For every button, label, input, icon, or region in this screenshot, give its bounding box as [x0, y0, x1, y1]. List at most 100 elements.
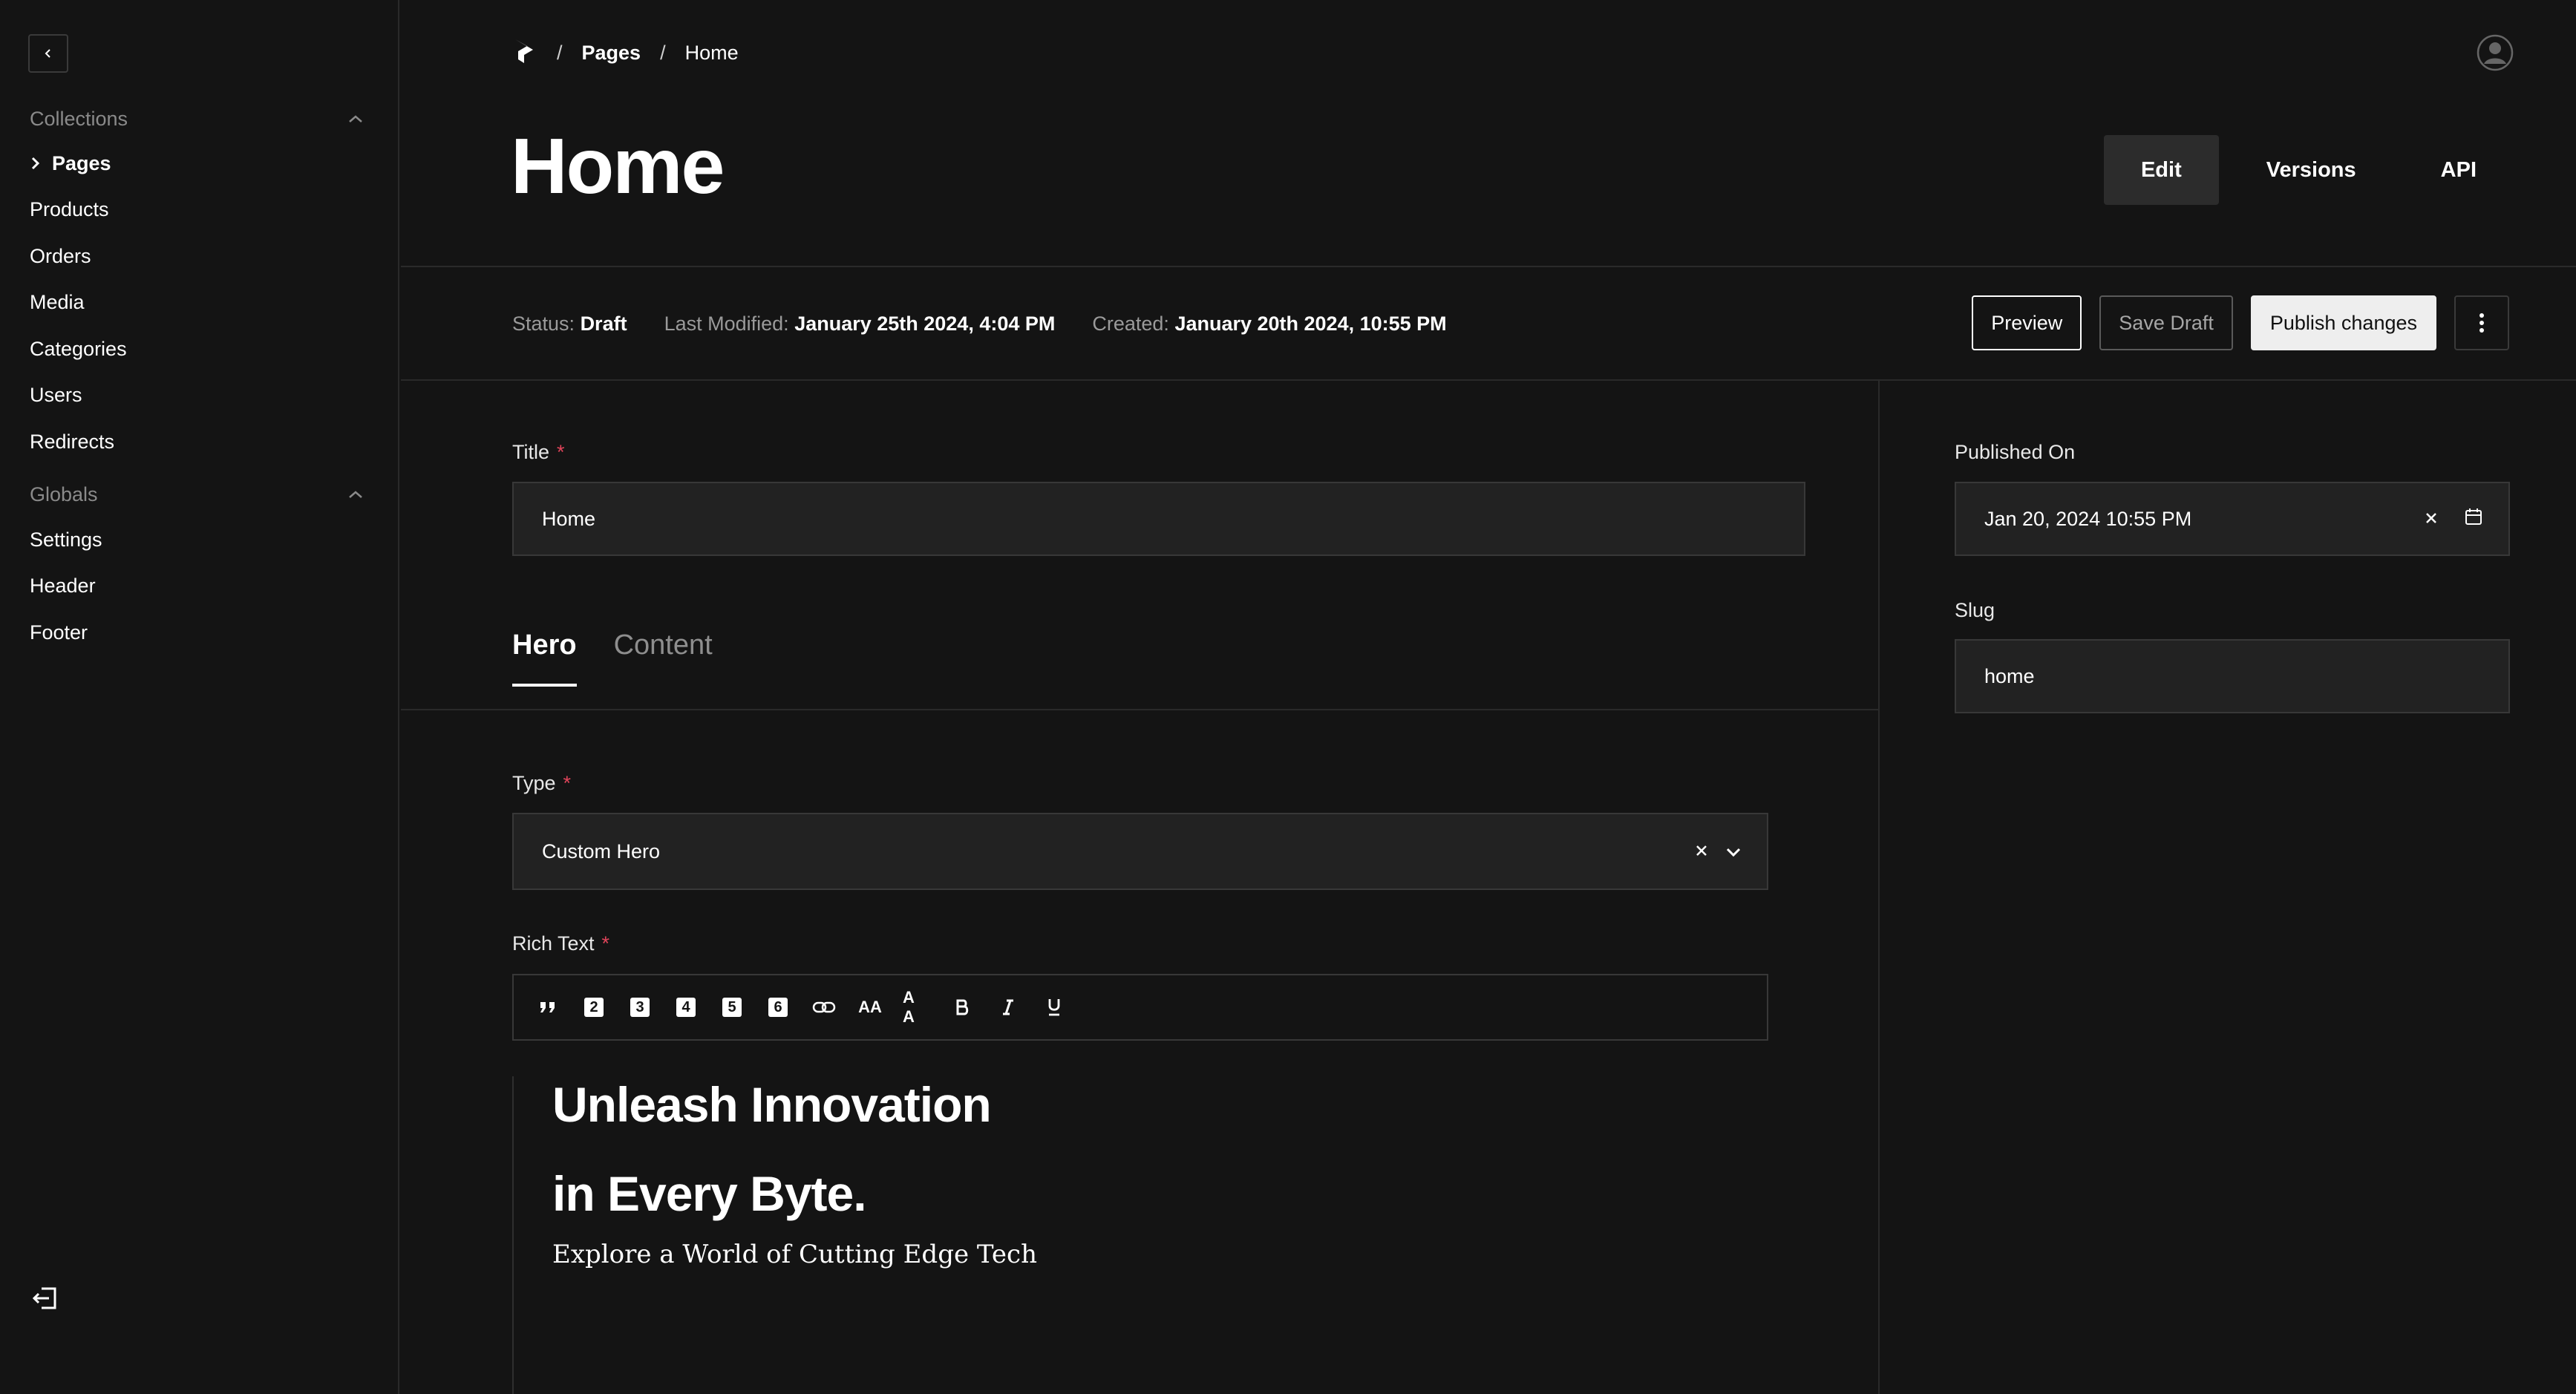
chevron-up-icon [349, 115, 362, 122]
chevron-up-icon [349, 491, 362, 498]
breadcrumb: / Pages / Home [512, 37, 739, 68]
italic-icon[interactable] [995, 994, 1021, 1021]
globals-group-header[interactable]: Globals [30, 480, 364, 509]
preview-button[interactable]: Preview [1972, 295, 2082, 350]
type-select-value: Custom Hero [542, 840, 661, 863]
breadcrumb-separator: / [660, 41, 666, 64]
blockquote-icon[interactable] [535, 994, 561, 1021]
type-field-label: Type * [512, 772, 571, 795]
rich-text-field-label: Rich Text * [512, 932, 609, 955]
calendar-icon[interactable] [2464, 507, 2483, 531]
clear-icon[interactable] [1694, 840, 1709, 863]
title-field-label: Title * [512, 441, 565, 464]
sidebar-item-settings[interactable]: Settings [30, 525, 102, 554]
document-meta: Status: Draft Last Modified: January 25t… [512, 309, 1447, 338]
heading-4-icon[interactable]: 4 [673, 994, 699, 1021]
more-vertical-icon [2479, 313, 2484, 333]
sidebar-item-categories[interactable]: Categories [30, 334, 127, 364]
tab-content[interactable]: Content [614, 629, 713, 687]
home-logo-icon[interactable] [512, 36, 537, 70]
type-label-text: Type [512, 772, 556, 794]
bold-icon[interactable] [949, 994, 975, 1021]
status-label: Status: [512, 312, 575, 335]
select-controls [1694, 814, 1742, 889]
title-input[interactable]: Home [512, 482, 1805, 556]
sidebar-item-label: Header [30, 574, 96, 597]
published-on-value: Jan 20, 2024 10:55 PM [1984, 507, 2192, 530]
all-caps-icon[interactable]: A A [903, 988, 929, 1026]
status-value: Draft [580, 312, 627, 335]
heading-3-icon[interactable]: 3 [627, 994, 653, 1021]
user-avatar-icon [2477, 34, 2514, 71]
sidebar-item-media[interactable]: Media [30, 287, 85, 317]
date-controls [2424, 483, 2483, 554]
rich-text-toolbar: 2 3 4 5 6 AA A A [512, 974, 1768, 1041]
heading-2-badge: 2 [584, 998, 604, 1017]
tab-hero[interactable]: Hero [512, 629, 577, 687]
clear-icon[interactable] [2424, 508, 2439, 531]
view-tabs: Edit Versions API [2103, 135, 2514, 205]
collections-group-header[interactable]: Collections [30, 104, 364, 134]
rich-text-label-text: Rich Text [512, 932, 595, 955]
underline-icon[interactable] [1041, 994, 1068, 1021]
editor-heading-line-2: in Every Byte. [552, 1166, 867, 1221]
link-icon[interactable] [811, 994, 837, 1021]
logout-button[interactable] [31, 1284, 59, 1316]
save-draft-button[interactable]: Save Draft [2099, 295, 2233, 350]
more-options-button[interactable] [2454, 295, 2509, 350]
type-select[interactable]: Custom Hero [512, 813, 1768, 890]
heading-6-icon[interactable]: 6 [765, 994, 791, 1021]
divider [401, 709, 1878, 710]
required-mark: * [557, 441, 565, 463]
heading-5-icon[interactable]: 5 [719, 994, 745, 1021]
rich-text-editor[interactable]: Unleash Innovation in Every Byte. Explor… [512, 1076, 1768, 1394]
tab-api[interactable]: API [2404, 135, 2514, 205]
sidebar-item-label: Media [30, 290, 85, 313]
sidebar-item-label: Products [30, 197, 109, 220]
publish-button[interactable]: Publish changes [2250, 295, 2436, 350]
created-meta: Created: January 20th 2024, 10:55 PM [1092, 312, 1446, 336]
modified-meta: Last Modified: January 25th 2024, 4:04 P… [664, 312, 1056, 336]
account-avatar-button[interactable] [2477, 34, 2514, 75]
sidebar-item-users[interactable]: Users [30, 380, 82, 410]
collections-header-label: Collections [30, 107, 128, 130]
sidebar-item-pages[interactable]: Pages [30, 148, 111, 178]
sidebar-item-label: Redirects [30, 430, 115, 453]
sidebar-item-redirects[interactable]: Redirects [30, 427, 114, 457]
heading-5-badge: 5 [722, 998, 742, 1017]
breadcrumb-pages-link[interactable]: Pages [582, 42, 641, 65]
breadcrumb-separator: / [557, 41, 563, 64]
sidebar-item-label: Users [30, 383, 82, 406]
page-title: Home [511, 122, 725, 210]
sidebar: Collections Pages Products Orders Media … [0, 0, 399, 1394]
divider [401, 266, 2576, 267]
document-actions: Preview Save Draft Publish changes [1972, 295, 2509, 350]
title-input-value: Home [542, 507, 596, 530]
divider [1878, 381, 1880, 1394]
sidebar-item-header[interactable]: Header [30, 571, 96, 601]
published-on-date-input[interactable]: Jan 20, 2024 10:55 PM [1955, 482, 2510, 556]
logout-icon [32, 1287, 56, 1309]
sidebar-item-label: Pages [52, 151, 111, 174]
modified-label: Last Modified: [664, 312, 789, 335]
small-caps-icon[interactable]: AA [857, 994, 883, 1021]
tab-edit[interactable]: Edit [2103, 135, 2219, 205]
heading-6-badge: 6 [768, 998, 788, 1017]
slug-input[interactable]: home [1955, 639, 2510, 713]
status-meta: Status: Draft [512, 312, 627, 336]
modified-value: January 25th 2024, 4:04 PM [794, 312, 1056, 335]
chevron-left-icon [45, 49, 50, 58]
sidebar-item-products[interactable]: Products [30, 194, 109, 224]
heading-4-badge: 4 [676, 998, 696, 1017]
sidebar-item-orders[interactable]: Orders [30, 241, 91, 271]
sidebar-item-label: Settings [30, 528, 102, 551]
title-label-text: Title [512, 441, 550, 463]
heading-2-icon[interactable]: 2 [581, 994, 607, 1021]
collapse-sidebar-button[interactable] [28, 34, 68, 73]
main-content: / Pages / Home Home Edit Versions API St… [401, 0, 2576, 1394]
divider [401, 379, 2576, 381]
chevron-down-icon[interactable] [1725, 840, 1742, 863]
sidebar-item-footer[interactable]: Footer [30, 618, 88, 647]
tab-versions[interactable]: Versions [2229, 135, 2393, 205]
slug-label: Slug [1955, 599, 1995, 621]
